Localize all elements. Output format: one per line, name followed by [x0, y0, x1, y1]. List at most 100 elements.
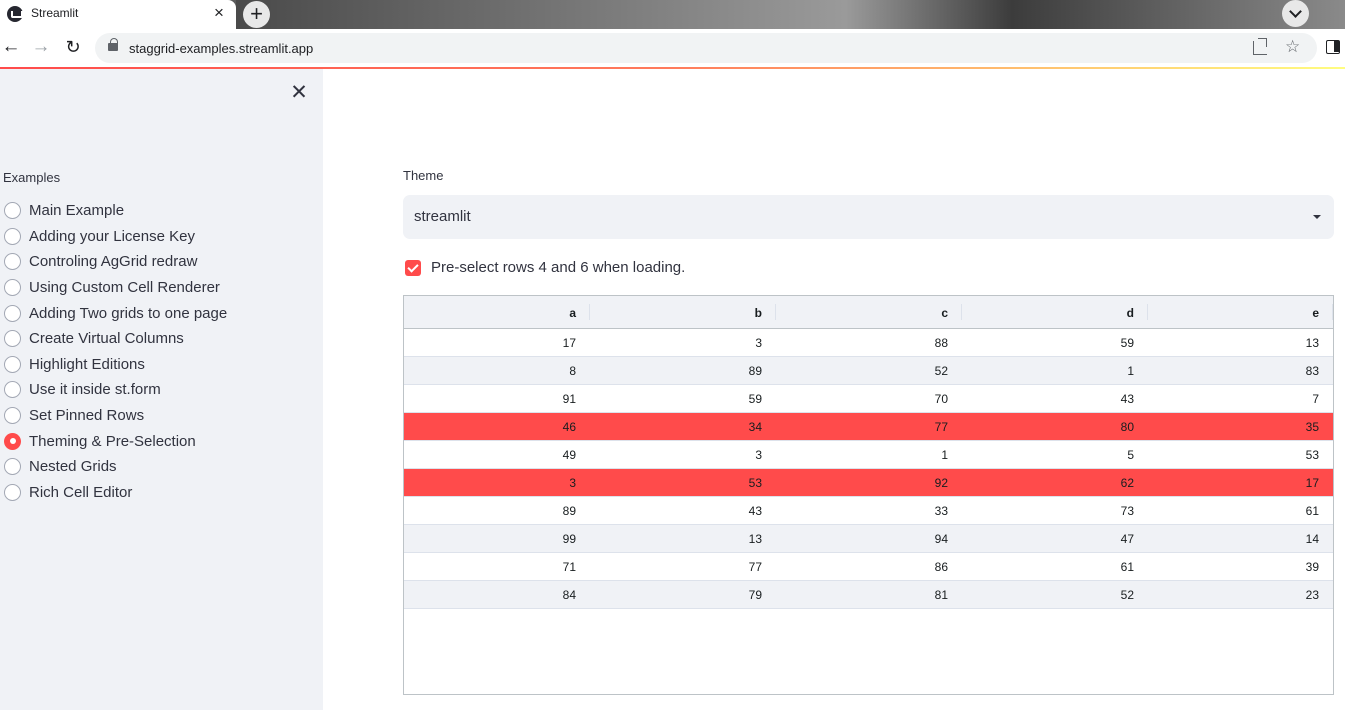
- address-bar[interactable]: staggrid-examples.streamlit.app ☆: [95, 33, 1317, 63]
- radio-item-label[interactable]: Set Pinned Rows: [29, 407, 144, 424]
- radio-item-pinned-rows[interactable]: Set Pinned Rows: [4, 403, 319, 429]
- radio-item-label[interactable]: Using Custom Cell Renderer: [29, 279, 220, 296]
- preselect-checkbox-label[interactable]: Pre-select rows 4 and 6 when loading.: [431, 259, 685, 276]
- table-cell-d[interactable]: 47: [962, 525, 1148, 552]
- table-cell-a[interactable]: 46: [404, 413, 590, 440]
- radio-item-main-example[interactable]: Main Example: [4, 198, 319, 224]
- table-cell-d[interactable]: 59: [962, 329, 1148, 356]
- radio-button[interactable]: [4, 407, 21, 425]
- reload-icon[interactable]: ↻: [62, 36, 84, 58]
- table-cell-e[interactable]: 35: [1148, 413, 1333, 440]
- table-cell-e[interactable]: 13: [1148, 329, 1333, 356]
- table-cell-a[interactable]: 89: [404, 497, 590, 524]
- table-cell-e[interactable]: 61: [1148, 497, 1333, 524]
- table-cell-d[interactable]: 80: [962, 413, 1148, 440]
- share-icon[interactable]: [1253, 38, 1267, 55]
- theme-select-value[interactable]: streamlit: [414, 208, 471, 225]
- table-cell-d[interactable]: 52: [962, 581, 1148, 608]
- table-row[interactable]: 91 59 70 43 7: [404, 385, 1333, 413]
- table-row[interactable]: 49 3 1 5 53: [404, 441, 1333, 469]
- radio-item-highlight-editions[interactable]: Highlight Editions: [4, 352, 319, 378]
- radio-item-st-form[interactable]: Use it inside st.form: [4, 377, 319, 403]
- table-cell-b[interactable]: 13: [590, 525, 776, 552]
- table-cell-e[interactable]: 23: [1148, 581, 1333, 608]
- column-header-b[interactable]: b: [590, 296, 776, 328]
- table-cell-a[interactable]: 49: [404, 441, 590, 468]
- table-cell-c[interactable]: 81: [776, 581, 962, 608]
- table-cell-c[interactable]: 70: [776, 385, 962, 412]
- table-row[interactable]: 17 3 88 59 13: [404, 329, 1333, 357]
- radio-item-label[interactable]: Rich Cell Editor: [29, 484, 132, 501]
- column-header-e[interactable]: e: [1148, 296, 1333, 328]
- column-header-c[interactable]: c: [776, 296, 962, 328]
- table-cell-b[interactable]: 34: [590, 413, 776, 440]
- radio-item-two-grids[interactable]: Adding Two grids to one page: [4, 300, 319, 326]
- radio-button[interactable]: [4, 483, 21, 501]
- radio-button[interactable]: [4, 381, 21, 399]
- table-cell-b[interactable]: 3: [590, 441, 776, 468]
- tab-search-chevron-icon[interactable]: [1282, 0, 1309, 27]
- radio-item-virtual-columns[interactable]: Create Virtual Columns: [4, 326, 319, 352]
- table-cell-b[interactable]: 43: [590, 497, 776, 524]
- radio-item-label[interactable]: Highlight Editions: [29, 356, 145, 373]
- table-cell-c[interactable]: 77: [776, 413, 962, 440]
- table-cell-d[interactable]: 43: [962, 385, 1148, 412]
- table-cell-d[interactable]: 73: [962, 497, 1148, 524]
- table-cell-b[interactable]: 79: [590, 581, 776, 608]
- radio-button[interactable]: [4, 253, 21, 271]
- table-cell-c[interactable]: 88: [776, 329, 962, 356]
- radio-item-label[interactable]: Adding Two grids to one page: [29, 305, 227, 322]
- radio-button[interactable]: [4, 458, 21, 476]
- table-cell-e[interactable]: 7: [1148, 385, 1333, 412]
- radio-item-label[interactable]: Theming & Pre-Selection: [29, 433, 196, 450]
- radio-item-license-key[interactable]: Adding your License Key: [4, 224, 319, 250]
- table-cell-c[interactable]: 1: [776, 441, 962, 468]
- radio-item-label[interactable]: Main Example: [29, 202, 124, 219]
- table-cell-e[interactable]: 17: [1148, 469, 1333, 496]
- bookmark-star-icon[interactable]: ☆: [1285, 37, 1300, 57]
- table-cell-b[interactable]: 3: [590, 329, 776, 356]
- radio-item-label[interactable]: Nested Grids: [29, 458, 117, 475]
- column-header-d[interactable]: d: [962, 296, 1148, 328]
- radio-item-rich-cell-editor[interactable]: Rich Cell Editor: [4, 480, 319, 506]
- radio-button-selected[interactable]: [4, 432, 21, 450]
- table-cell-b[interactable]: 59: [590, 385, 776, 412]
- table-cell-b[interactable]: 89: [590, 357, 776, 384]
- radio-button[interactable]: [4, 202, 21, 220]
- table-row-selected[interactable]: 3 53 92 62 17: [404, 469, 1333, 497]
- caret-down-icon[interactable]: [1313, 215, 1321, 219]
- table-row[interactable]: 84 79 81 52 23: [404, 581, 1333, 609]
- table-cell-a[interactable]: 99: [404, 525, 590, 552]
- table-cell-b[interactable]: 77: [590, 553, 776, 580]
- table-cell-a[interactable]: 91: [404, 385, 590, 412]
- table-cell-a[interactable]: 8: [404, 357, 590, 384]
- table-cell-a[interactable]: 17: [404, 329, 590, 356]
- radio-item-label[interactable]: Adding your License Key: [29, 228, 195, 245]
- tab-close-icon[interactable]: ×: [211, 4, 227, 22]
- table-cell-d[interactable]: 5: [962, 441, 1148, 468]
- close-sidebar-icon[interactable]: ✕: [289, 82, 309, 104]
- back-arrow-icon[interactable]: ←: [0, 36, 22, 58]
- table-cell-c[interactable]: 86: [776, 553, 962, 580]
- table-cell-e[interactable]: 83: [1148, 357, 1333, 384]
- table-cell-c[interactable]: 52: [776, 357, 962, 384]
- url-text[interactable]: staggrid-examples.streamlit.app: [129, 41, 313, 56]
- radio-item-label[interactable]: Use it inside st.form: [29, 381, 161, 398]
- radio-item-nested-grids[interactable]: Nested Grids: [4, 454, 319, 480]
- table-row[interactable]: 8 89 52 1 83: [404, 357, 1333, 385]
- radio-button[interactable]: [4, 355, 21, 373]
- radio-button[interactable]: [4, 227, 21, 245]
- table-cell-d[interactable]: 61: [962, 553, 1148, 580]
- table-row[interactable]: 71 77 86 61 39: [404, 553, 1333, 581]
- radio-item-custom-cell-renderer[interactable]: Using Custom Cell Renderer: [4, 275, 319, 301]
- lock-icon[interactable]: [108, 38, 118, 51]
- radio-item-label[interactable]: Controling AgGrid redraw: [29, 253, 197, 270]
- table-cell-c[interactable]: 33: [776, 497, 962, 524]
- table-cell-d[interactable]: 62: [962, 469, 1148, 496]
- browser-tab-active[interactable]: Streamlit ×: [0, 0, 236, 29]
- table-cell-c[interactable]: 92: [776, 469, 962, 496]
- side-panel-icon[interactable]: [1326, 40, 1340, 54]
- table-cell-a[interactable]: 3: [404, 469, 590, 496]
- new-tab-button[interactable]: +: [243, 1, 270, 28]
- table-cell-e[interactable]: 39: [1148, 553, 1333, 580]
